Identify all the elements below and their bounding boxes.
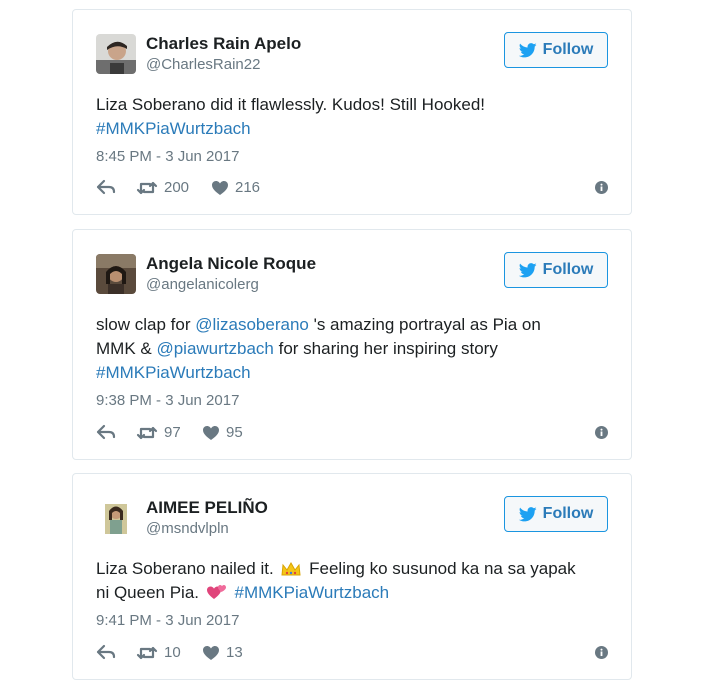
like-button[interactable]: 216 [211,179,260,196]
heart-icon [203,425,219,440]
like-button[interactable]: 95 [202,424,243,441]
tweet-card: Charles Rain Apelo @CharlesRain22 Follow… [72,9,632,215]
tweet-text: Liza Soberano nailed it. Feeling ko susu… [96,559,576,602]
like-count: 95 [226,424,243,441]
reply-icon [96,424,116,440]
tweet-actions: 10 13 [96,644,608,664]
retweet-icon [136,646,158,659]
like-count: 216 [235,179,261,196]
twitter-bird-icon [518,42,537,57]
tweet-card: Angela Nicole Roque @angelanicolerg Foll… [72,229,632,460]
info-button[interactable] [595,181,608,199]
timestamp[interactable]: 9:41 PM - 3 Jun 2017 [96,612,239,629]
timestamp[interactable]: 9:38 PM - 3 Jun 2017 [96,392,239,409]
heart-icon [212,180,228,195]
display-name[interactable]: AIMEE PELIÑO [146,498,268,518]
reply-icon [96,644,116,660]
crown-emoji-icon [281,561,301,576]
hashtag-link[interactable]: #MMKPiaWurtzbach [96,363,251,382]
avatar[interactable] [96,34,136,74]
display-name[interactable]: Charles Rain Apelo [146,34,301,54]
reply-button[interactable] [96,424,116,440]
follow-button[interactable]: Follow [504,32,608,68]
info-button[interactable] [595,646,608,664]
hashtag-link[interactable]: #MMKPiaWurtzbach [96,119,251,138]
avatar[interactable] [96,254,136,294]
follow-label: Follow [542,261,594,278]
timestamp[interactable]: 8:45 PM - 3 Jun 2017 [96,148,239,165]
hashtag-link[interactable]: #MMKPiaWurtzbach [234,583,389,602]
retweet-count: 97 [164,424,181,441]
tweet-text: Liza Soberano did it flawlessly. Kudos! … [96,95,485,138]
tweet-actions: 97 95 [96,424,608,444]
twitter-bird-icon [518,262,537,277]
reply-button[interactable] [96,644,116,660]
like-count: 13 [226,644,243,661]
retweet-count: 10 [164,644,181,661]
tweet-card: AIMEE PELIÑO @msndvlpln Follow Liza Sobe… [72,473,632,680]
info-icon [595,181,608,194]
user-handle[interactable]: @msndvlpln [146,520,229,537]
tweet-text: slow clap for @lizasoberano 's amazing p… [96,315,541,382]
retweet-count: 200 [164,179,190,196]
reply-icon [96,179,116,195]
retweet-icon [136,426,158,439]
reply-button[interactable] [96,179,116,195]
retweet-icon [136,181,158,194]
heart-icon [203,645,219,660]
follow-button[interactable]: Follow [504,252,608,288]
retweet-button[interactable]: 97 [136,424,181,441]
info-icon [595,426,608,439]
mention-link[interactable]: @piawurtzbach [156,339,273,358]
tweet-actions: 200 216 [96,179,608,199]
avatar[interactable] [96,498,136,538]
display-name[interactable]: Angela Nicole Roque [146,254,316,274]
mention-link[interactable]: @lizasoberano [195,315,309,334]
follow-button[interactable]: Follow [504,496,608,532]
info-button[interactable] [595,426,608,444]
info-icon [595,646,608,659]
follow-label: Follow [542,41,594,58]
twitter-bird-icon [518,506,537,521]
follow-label: Follow [542,505,594,522]
two-hearts-emoji-icon [206,585,226,599]
user-handle[interactable]: @CharlesRain22 [146,56,260,73]
user-handle[interactable]: @angelanicolerg [146,276,259,293]
like-button[interactable]: 13 [202,644,243,661]
retweet-button[interactable]: 10 [136,644,181,661]
retweet-button[interactable]: 200 [136,179,189,196]
